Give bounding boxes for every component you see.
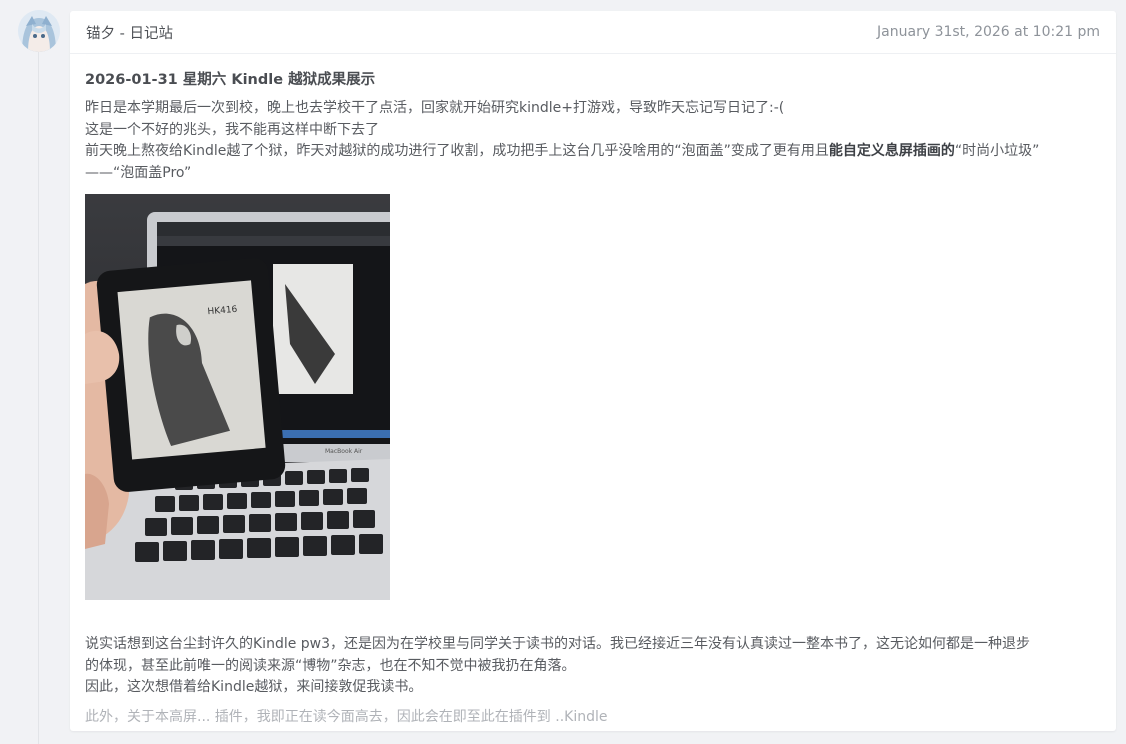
text-segment: 前天晚上熬夜给Kindle越了个狱，昨天对越狱的成功进行了收割，成功把手上这台几…: [85, 143, 829, 159]
post-timestamp: January 31st, 2026 at 10:21 pm: [877, 24, 1100, 40]
post-line: 的体现，甚至此前唯一的阅读来源“博物”杂志，也在不知不觉中被我扔在角落。: [85, 657, 576, 674]
post-line: ——“泡面盖Pro”: [85, 164, 192, 181]
bold-text: 能自定义息屏插画的: [828, 143, 955, 159]
post-title: 2026-01-31 星期六 Kindle 越狱成果展示: [85, 72, 376, 88]
post-line: 说实话想到这台尘封许久的Kindle pw3，还是因为在学校里与同学关于读书的对…: [85, 636, 1031, 652]
post-line: 昨日是本学期最后一次到校，晚上也去学校干了点活，回家就开始研究kindle+打游…: [85, 100, 785, 116]
text-segment: “时尚小垃圾”: [954, 143, 1040, 159]
author-name[interactable]: 锚夕 - 日记站: [86, 22, 173, 43]
kindle-photo[interactable]: MacBook Air HK416: [85, 194, 390, 600]
avatar[interactable]: [18, 10, 60, 52]
post-header: 锚夕 - 日记站 January 31st, 2026 at 10:21 pm: [70, 11, 1116, 54]
timeline-line: [38, 44, 39, 744]
laptop-label: MacBook Air: [325, 448, 363, 455]
post-content: 2026-01-31 星期六 Kindle 越狱成果展示 昨日是本学期最后一次到…: [70, 54, 1116, 728]
diary-post-card: 锚夕 - 日记站 January 31st, 2026 at 10:21 pm …: [70, 11, 1116, 731]
post-line: 因此，这次想借着给Kindle越狱，来间接敦促我读书。: [85, 679, 423, 695]
avatar-image: [18, 10, 60, 52]
post-line: 这是一个不好的兆头，我不能再这样中断下去了: [85, 121, 379, 138]
post-line-partial: 此外，关于本高屏... 插件，我即正在读今面高去，因此会在即至此在插件到 ..K…: [85, 708, 608, 725]
post-line: 前天晚上熬夜给Kindle越了个狱，昨天对越狱的成功进行了收割，成功把手上这台几…: [85, 141, 1101, 163]
